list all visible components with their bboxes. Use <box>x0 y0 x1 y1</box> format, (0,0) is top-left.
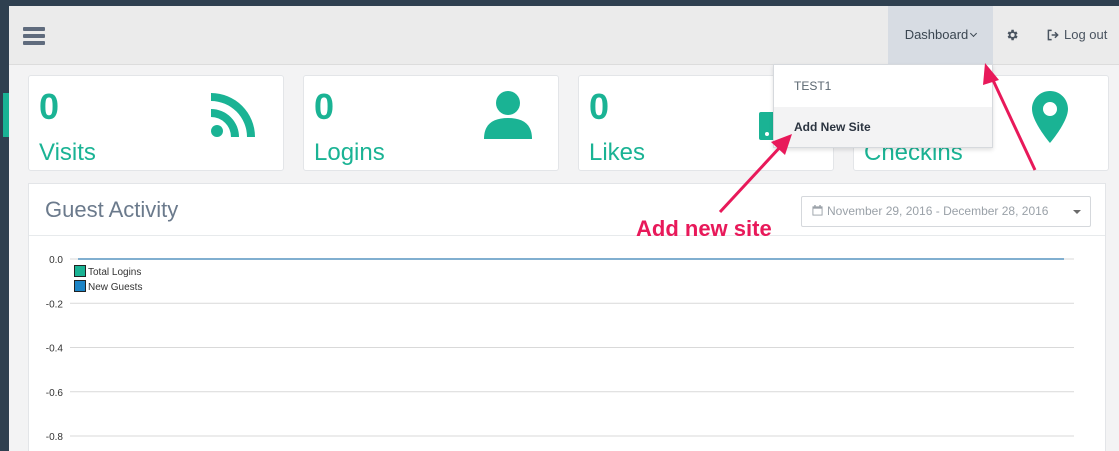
annotation-arrows <box>718 63 1037 214</box>
arrow-to-dashboard <box>983 63 1037 171</box>
annotation-label: Add new site <box>636 216 772 241</box>
arrow-to-add-new-site <box>718 134 792 214</box>
